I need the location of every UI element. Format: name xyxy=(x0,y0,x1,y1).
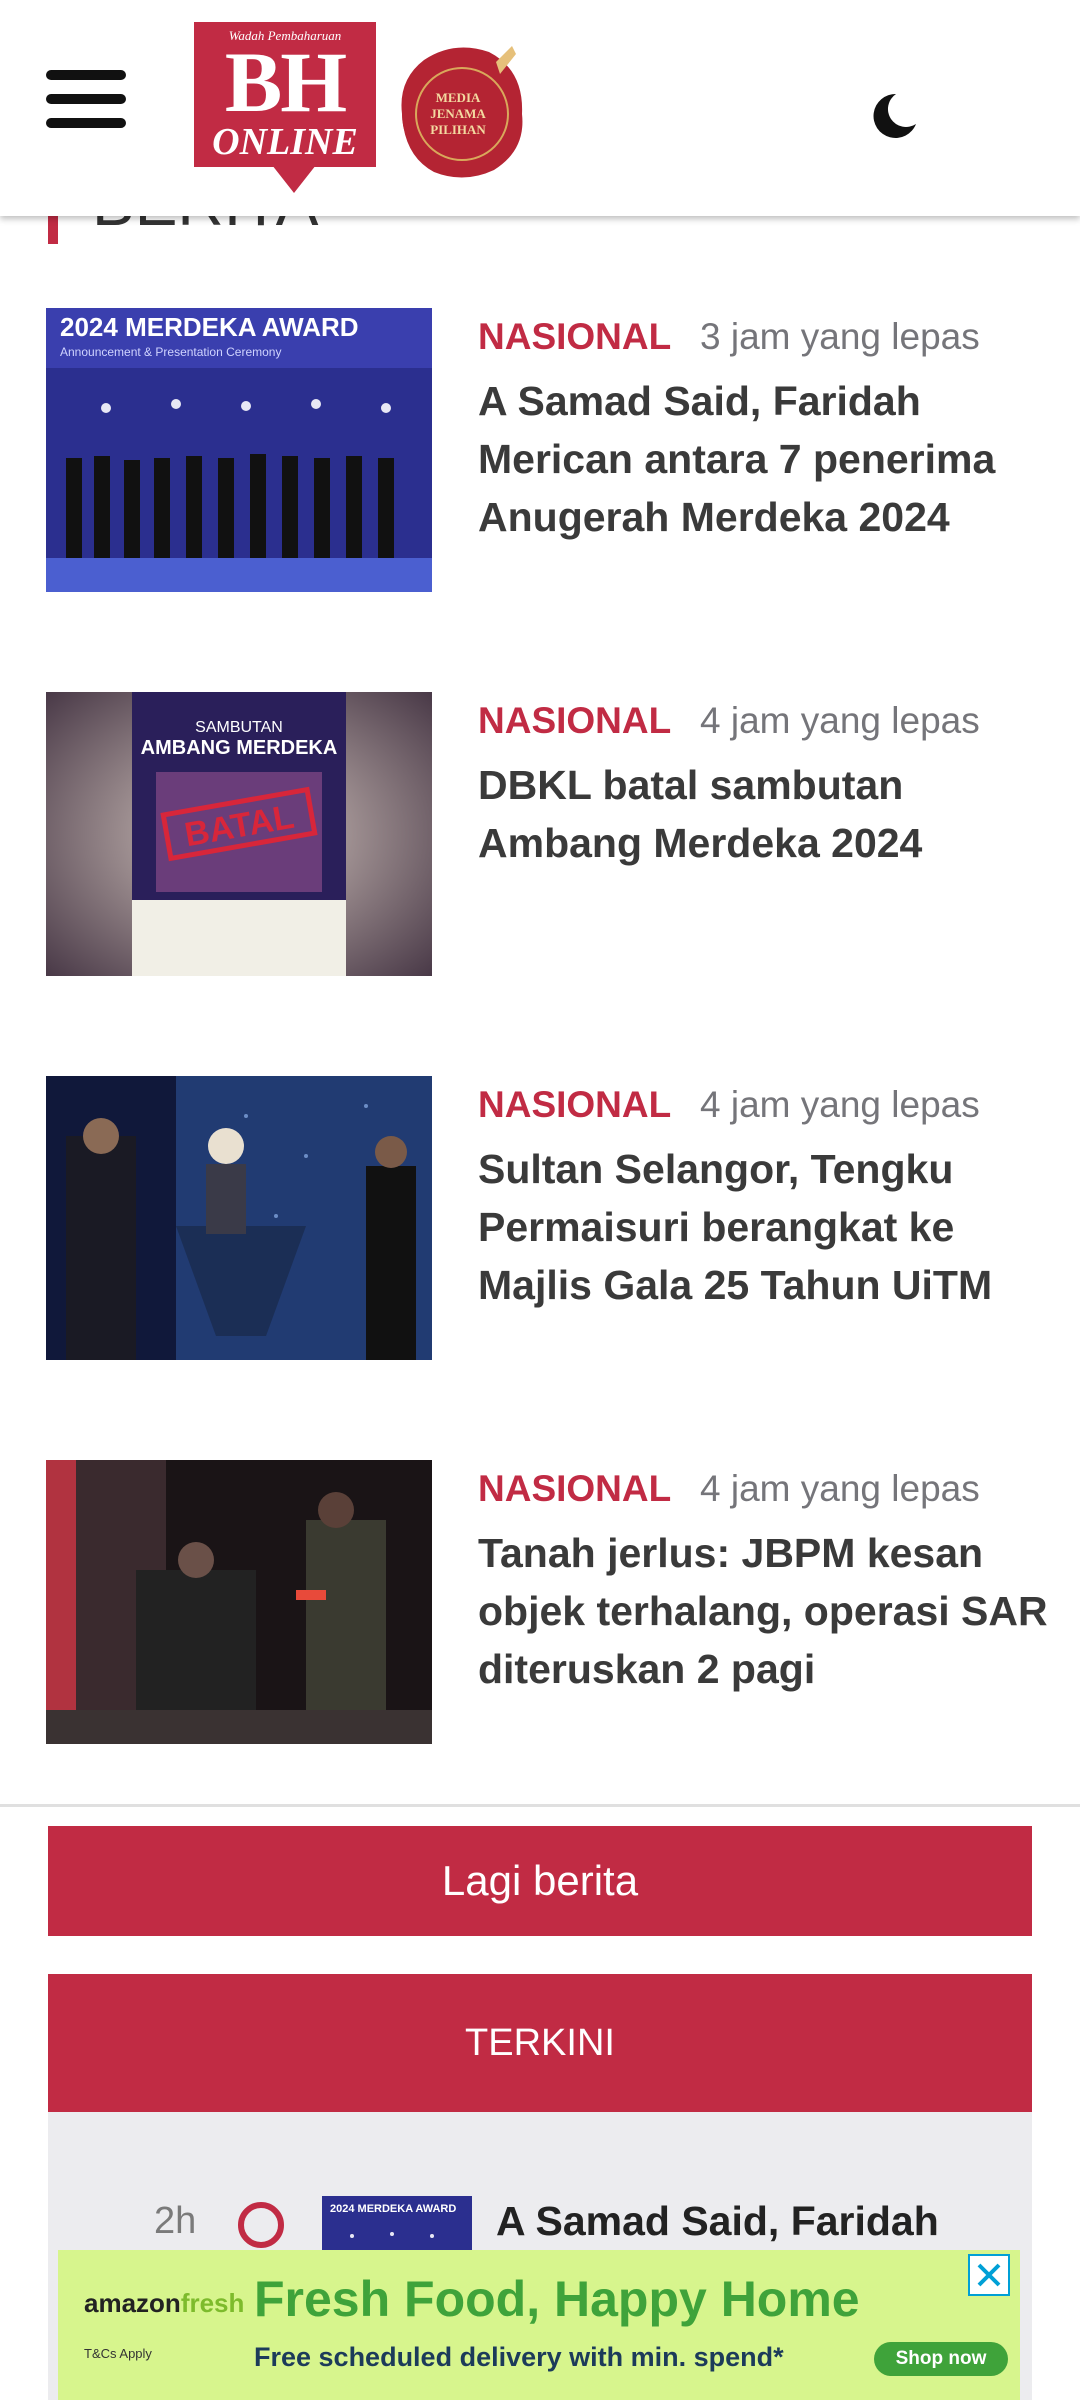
ad-headline: Fresh Food, Happy Home xyxy=(254,2271,860,2327)
latest-item-time: 2h xyxy=(154,2200,197,2242)
close-icon[interactable] xyxy=(968,2254,1010,2296)
article-title[interactable]: A Samad Said, Faridah Merican antara 7 p… xyxy=(478,372,1048,546)
article-title[interactable]: Sultan Selangor, Tengku Permaisuri beran… xyxy=(478,1140,1048,1314)
article-time: 3 jam yang lepas xyxy=(700,316,980,357)
svg-text:AMBANG MERDEKA: AMBANG MERDEKA xyxy=(141,737,338,759)
svg-text:MEDIA: MEDIA xyxy=(436,90,481,105)
ad-subline: Free scheduled delivery with min. spend* xyxy=(254,2342,784,2372)
article-time: 4 jam yang lepas xyxy=(700,1084,980,1125)
timeline-dot-icon xyxy=(238,2202,284,2248)
article-category[interactable]: NASIONAL xyxy=(478,1468,671,1510)
article-thumbnail: 2024 MERDEKA AWARD Announcement & Presen… xyxy=(46,308,432,592)
article-card[interactable]: NASIONAL 4 jam yang lepas Sultan Selango… xyxy=(0,1036,1080,1423)
logo-online-text: ONLINE xyxy=(212,121,358,163)
svg-text:JENAMA: JENAMA xyxy=(430,106,486,121)
svg-text:SAMBUTAN: SAMBUTAN xyxy=(195,719,283,736)
logo-bh-text: BH xyxy=(224,34,347,130)
latest-news-tab[interactable]: TERKINI xyxy=(48,1974,1032,2112)
article-time: 4 jam yang lepas xyxy=(700,700,980,741)
article-category[interactable]: NASIONAL xyxy=(478,316,671,358)
article-title[interactable]: DBKL batal sambutan Ambang Merdeka 2024 xyxy=(478,756,1048,872)
ad-banner[interactable]: amazonfresh T&Cs Apply Fresh Food, Happy… xyxy=(58,2250,1020,2400)
ad-shop-now-button[interactable]: Shop now xyxy=(874,2342,1008,2376)
svg-text:2024 MERDEKA AWARD: 2024 MERDEKA AWARD xyxy=(330,2203,456,2215)
article-thumbnail xyxy=(46,1076,432,1360)
menu-icon[interactable] xyxy=(46,70,126,130)
svg-text:Announcement & Presentation Ce: Announcement & Presentation Ceremony xyxy=(60,345,281,359)
more-news-button[interactable]: Lagi berita xyxy=(48,1826,1032,1936)
article-card[interactable]: SAMBUTAN AMBANG MERDEKA BATAL NASIONAL 4… xyxy=(0,652,1080,1039)
article-category[interactable]: NASIONAL xyxy=(478,1084,671,1126)
article-title[interactable]: Tanah jerlus: JBPM kesan objek terhalang… xyxy=(478,1524,1048,1698)
svg-text:PILIHAN: PILIHAN xyxy=(430,122,486,137)
article-card[interactable]: NASIONAL 4 jam yang lepas Tanah jerlus: … xyxy=(0,1420,1080,1807)
ad-brand-logo: amazonfresh xyxy=(84,2288,245,2318)
award-seal-icon: MEDIA JENAMA PILIHAN xyxy=(401,46,523,178)
article-category[interactable]: NASIONAL xyxy=(478,700,671,742)
article-thumbnail xyxy=(46,1460,432,1744)
site-header: Wadah Pembaharuan BH ONLINE MEDIA JENAMA… xyxy=(0,0,1080,216)
latest-item-title[interactable]: A Samad Said, Faridah xyxy=(496,2198,939,2245)
moon-icon[interactable] xyxy=(866,88,922,144)
bh-online-logo[interactable]: Wadah Pembaharuan BH ONLINE xyxy=(194,22,376,193)
article-thumbnail: SAMBUTAN AMBANG MERDEKA BATAL xyxy=(46,692,432,976)
ad-small-print: T&Cs Apply xyxy=(84,2346,152,2361)
article-time: 4 jam yang lepas xyxy=(700,1468,980,1509)
article-card[interactable]: 2024 MERDEKA AWARD Announcement & Presen… xyxy=(0,268,1080,655)
svg-text:2024 MERDEKA AWARD: 2024 MERDEKA AWARD xyxy=(60,312,359,342)
